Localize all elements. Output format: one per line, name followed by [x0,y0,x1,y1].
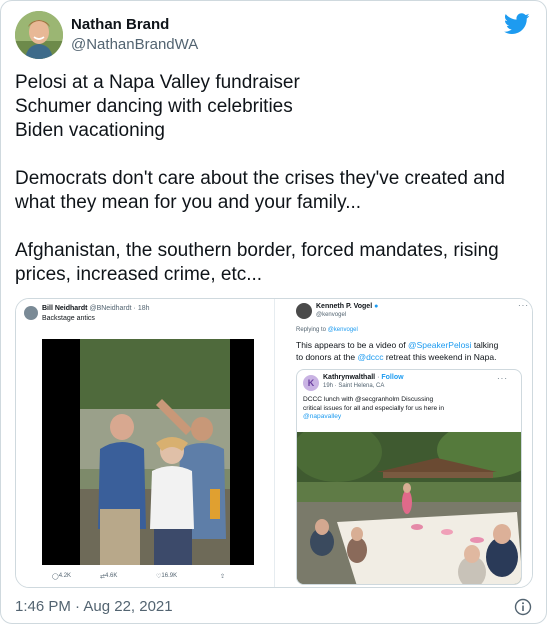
tweet-line: what they mean for you and your family..… [15,192,362,213]
tweet-card: Nathan Brand @NathanBrandWA Pelosi at a … [0,0,547,624]
embedded-body: This appears to be a video of @SpeakerPe… [296,339,531,363]
replying-prefix: Replying to [296,327,327,333]
like-count-value: 16.9K [161,573,178,579]
embedded-author-meta: @BNeidhardt · 18h [89,305,150,312]
verified-badge-icon: ● [374,303,379,310]
embedded-text: Backstage antics [42,315,95,322]
tweet-timestamp[interactable]: 1:46 PM · Aug 22, 2021 [15,598,173,615]
more-options-icon[interactable]: ··· [497,374,508,383]
author-handle[interactable]: @NathanBrandWA [71,35,198,55]
embedded-author-name: Kenneth P. Vogel ● [316,303,378,310]
author-names: Nathan Brand @NathanBrandWA [71,15,198,55]
follow-link[interactable]: Follow [381,374,403,381]
embedded-video[interactable] [42,339,254,565]
embedded-tweet-right[interactable]: Kenneth P. Vogel ● @kenvogel ··· Replyin… [276,299,532,587]
tweet-line: Schumer dancing with celebrities [15,96,293,117]
like-count[interactable]: ♡ 16.9K [156,573,177,580]
body-text: to donors at the [296,352,358,362]
embedded-actions: ◯ 4.2K ⇄ 4.6K ♡ 16.9K ⇪ [52,573,252,583]
info-circle-icon[interactable] [514,598,532,616]
quote-avatar: K [303,375,319,391]
quote-author-name: Kathrynwalthall [323,374,376,381]
quote-author: Kathrynwalthall · Follow [323,374,404,381]
tweet-line: prices, increased crime, etc... [15,264,263,285]
body-text: talking [471,340,499,350]
embedded-author-handle: @kenvogel [316,312,347,318]
quote-meta: 19h · Saint Helena, CA [323,383,385,389]
embedded-avatar [296,303,312,319]
embedded-author: Bill Neidhardt @BNeidhardt · 18h [42,305,150,312]
quote-text-line: critical issues for all and especially f… [303,404,445,412]
tweet-paragraph-3: Afghanistan, the southern border, forced… [15,239,535,287]
more-options-icon[interactable]: ··· [518,301,529,310]
quote-text-line: DCCC lunch with @secgranholm Discussing [303,396,434,403]
mention-link[interactable]: @SpeakerPelosi [408,340,471,350]
video-frame [42,339,254,565]
embedded-author-name-text: Kenneth P. Vogel [316,303,373,310]
reply-count-value: 4.2K [58,573,72,579]
replying-to: Replying to @kenvogel [296,327,358,333]
tweet-line: Afghanistan, the southern border, forced… [15,240,499,261]
tweet-text: Pelosi at a Napa Valley fundraiser Schum… [15,71,535,287]
body-text: This appears to be a video of [296,340,408,350]
avatar-image [15,11,63,59]
quote-text: DCCC lunch with @secgranholm Discussing … [303,396,513,422]
tweet-media[interactable]: Bill Neidhardt @BNeidhardt · 18h Backsta… [15,298,533,588]
embedded-author-name: Bill Neidhardt [42,305,88,312]
author-avatar[interactable] [15,11,63,59]
body-text: retreat this weekend in Napa. [383,352,497,362]
retweet-count-value: 4.6K [105,573,118,579]
embedded-avatar [24,306,38,320]
share-icon[interactable]: ⇪ [220,573,225,580]
retweet-count[interactable]: ⇄ 4.6K [100,573,117,580]
tweet-paragraph-1: Pelosi at a Napa Valley fundraiser Schum… [15,71,535,143]
tweet-line: Democrats don't care about the crises th… [15,168,505,189]
tweet-line: Biden vacationing [15,120,165,141]
quote-text-line: @napavalley [303,413,342,420]
mention-link[interactable]: @dccc [357,352,383,362]
quoted-tweet[interactable]: K Kathrynwalthall · Follow 19h · Saint H… [296,369,522,585]
outdoor-lunch-photo [297,432,521,584]
tweet-header: Nathan Brand @NathanBrandWA [15,11,532,61]
tweet-paragraph-2: Democrats don't care about the crises th… [15,167,535,215]
replying-handle[interactable]: @kenvogel [328,327,358,333]
author-display-name[interactable]: Nathan Brand [71,15,198,35]
twitter-bird-icon[interactable] [504,13,530,35]
tweet-line: Pelosi at a Napa Valley fundraiser [15,72,300,93]
reply-count[interactable]: ◯ 4.2K [52,573,71,580]
quote-photo[interactable] [297,432,521,584]
embedded-tweet-left[interactable]: Bill Neidhardt @BNeidhardt · 18h Backsta… [16,299,275,587]
